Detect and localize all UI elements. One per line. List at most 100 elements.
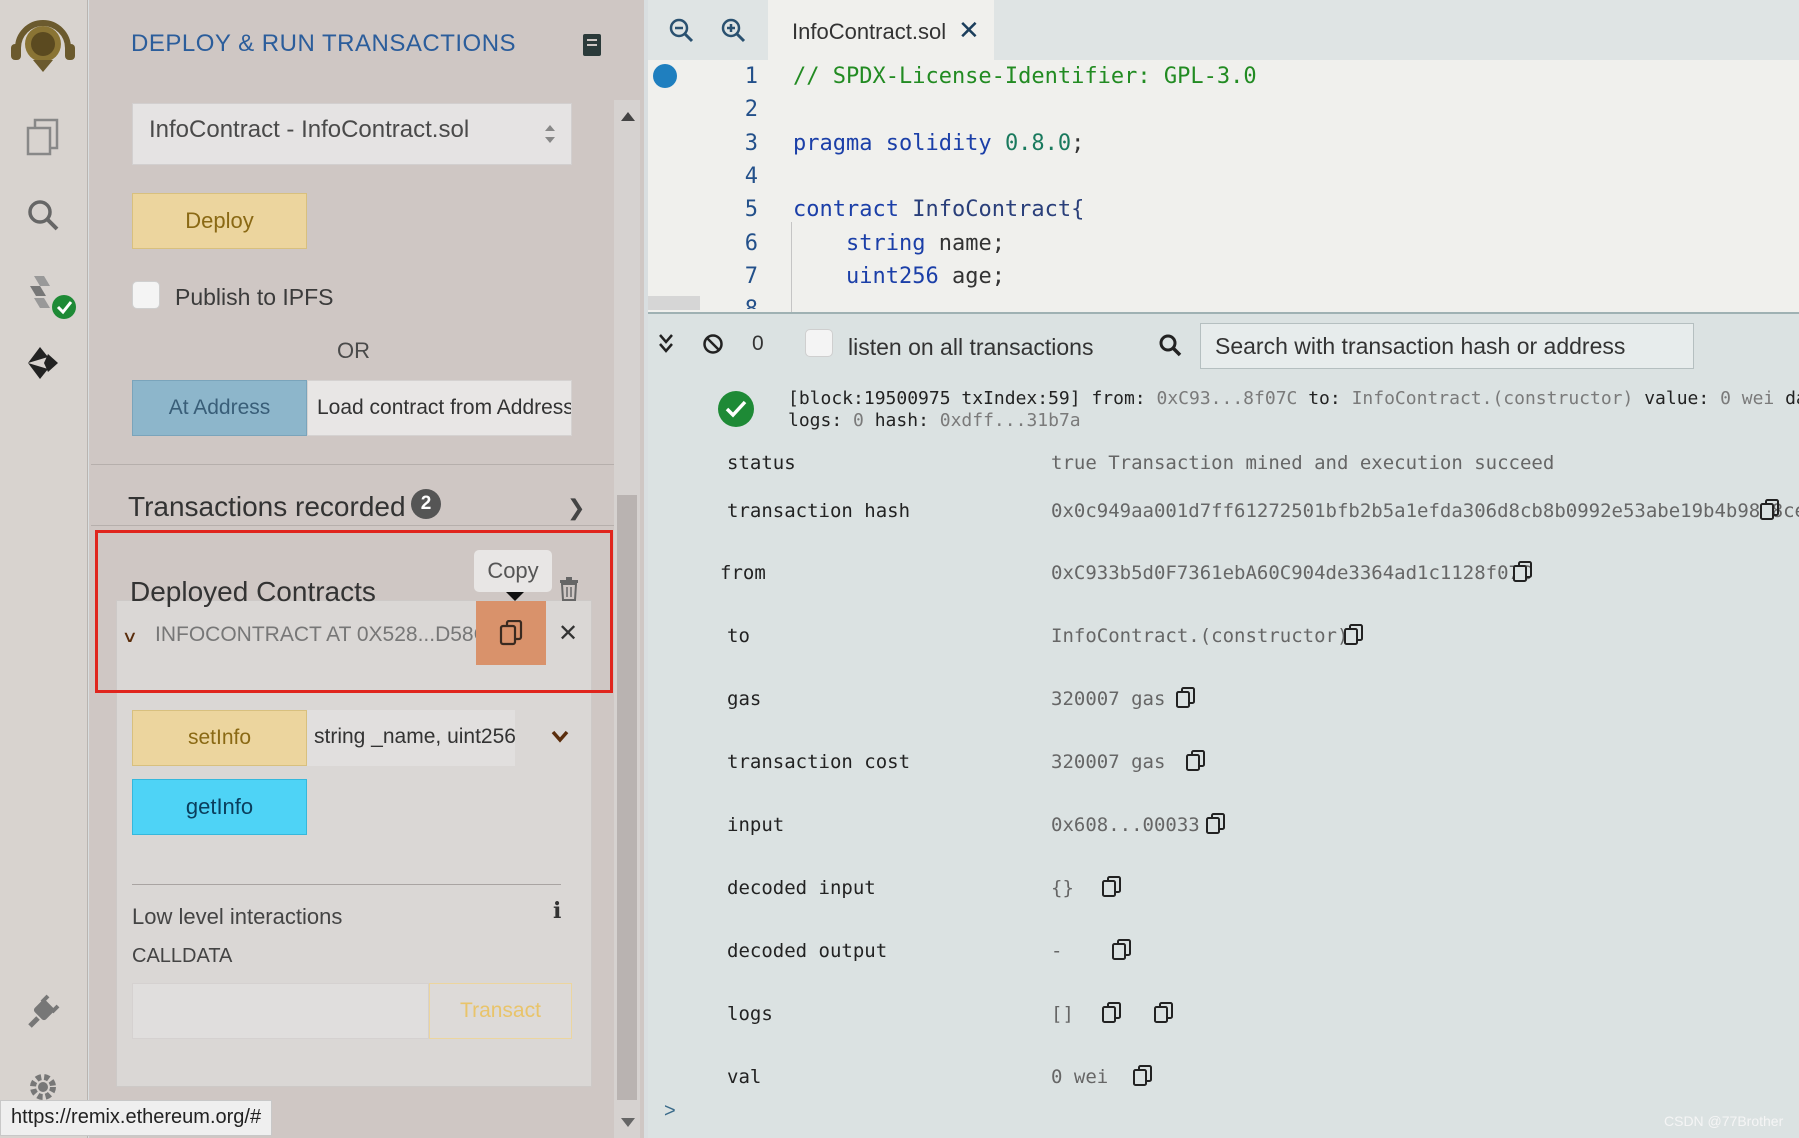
code-token: 0.8.0 — [1004, 131, 1072, 156]
code-token: string — [845, 231, 926, 256]
or-label: OR — [337, 338, 370, 363]
copy-icon[interactable] — [1154, 1002, 1174, 1024]
detail-key-decoded-input: decoded input — [727, 877, 876, 899]
code-token: age; — [951, 264, 1005, 289]
detail-key-gas: gas — [727, 688, 762, 710]
deploy-run-panel: DEPLOY & RUN TRANSACTIONS InfoContract -… — [89, 0, 644, 1138]
detail-value-transaction-hash: 0x0c949aa001d7ff61272501bfb2b5a1efda306d… — [1051, 500, 1799, 522]
detail-value-gas: 320007 gas — [1051, 688, 1166, 710]
success-check-icon[interactable] — [718, 391, 754, 427]
detail-value-input: 0x608...00033 — [1051, 814, 1200, 836]
copy-icon[interactable] — [1102, 1002, 1122, 1024]
deploy-button[interactable]: Deploy — [132, 193, 307, 249]
panel-scrollbar[interactable] — [614, 100, 640, 1138]
close-icon[interactable]: ✕ — [958, 15, 980, 46]
scrollbar-thumb[interactable] — [617, 495, 637, 1100]
line-number: 8 — [718, 297, 758, 309]
code-line-3: pragma solidity 0.8.0; — [793, 131, 1084, 156]
transactions-recorded-section[interactable]: Transactions recorded 2 ❯ — [91, 464, 614, 526]
detail-key-logs: logs — [727, 1003, 773, 1025]
copy-icon[interactable] — [1102, 876, 1122, 898]
getinfo-button[interactable]: getInfo — [132, 779, 307, 835]
code-line-6: string name; — [793, 231, 1005, 256]
deploy-run-icon[interactable] — [22, 342, 64, 384]
tab-label: InfoContract.sol — [792, 19, 947, 44]
solidity-compiler-icon[interactable] — [22, 270, 76, 324]
select-arrows-icon — [545, 125, 555, 143]
publish-ipfs-label: Publish to IPFS — [175, 284, 334, 310]
chevron-right-icon[interactable]: ❯ — [567, 495, 585, 521]
zoom-in-icon[interactable] — [720, 17, 746, 43]
search-icon[interactable] — [22, 194, 64, 236]
tx-from-value: 0xC93...8f07C — [1156, 388, 1298, 409]
copy-icon[interactable] — [1186, 750, 1206, 772]
copy-icon[interactable] — [1176, 687, 1196, 709]
detail-key-input: input — [727, 814, 785, 836]
detail-key-transaction-cost: transaction cost — [727, 751, 911, 773]
code-editor[interactable]: InfoContract.sol ✕ 1 2 3 4 5 6 7 8 // SP… — [648, 0, 1799, 312]
highlight-annotation-box — [95, 530, 613, 693]
search-icon — [1159, 334, 1182, 357]
scroll-up-arrow-icon[interactable] — [621, 112, 635, 121]
terminal-prompt[interactable]: > — [664, 1100, 676, 1123]
tx-logs-value: 0 — [853, 410, 864, 431]
collapse-double-chevron-icon[interactable] — [658, 332, 674, 354]
transaction-summary-line-1[interactable]: [block:19500975 txIndex:59] from: 0xC93.… — [788, 388, 1799, 409]
code-token: contract — [793, 197, 899, 222]
detail-value-decoded-input: {} — [1051, 877, 1074, 899]
listen-all-transactions-checkbox[interactable] — [805, 329, 833, 357]
code-token: name; — [938, 231, 1005, 256]
calldata-label: CALLDATA — [132, 945, 233, 967]
line-number: 1 — [744, 64, 758, 89]
low-level-interactions-label: Low level interactions — [132, 904, 343, 929]
line-number: 6 — [744, 231, 758, 256]
remix-logo-icon[interactable] — [6, 14, 80, 74]
detail-key-from: from — [720, 562, 766, 584]
line-number: 2 — [744, 97, 758, 122]
breakpoint-marker[interactable] — [653, 64, 677, 88]
line-number: 3 — [744, 131, 758, 156]
editor-horizontal-scrollbar[interactable] — [648, 296, 700, 310]
publish-ipfs-checkbox[interactable] — [132, 281, 160, 309]
pending-transactions-count: 0 — [752, 332, 764, 355]
indent-guide — [791, 222, 792, 312]
code-line-1: // SPDX-License-Identifier: GPL-3.0 — [793, 64, 1257, 89]
setinfo-button[interactable]: setInfo — [132, 710, 307, 766]
clear-console-icon[interactable] — [702, 333, 724, 355]
setinfo-params-input[interactable]: string _name, uint256 _age — [307, 710, 515, 766]
documentation-icon[interactable] — [583, 34, 601, 56]
code-token: uint256 — [845, 264, 939, 289]
tx-hash-value: 0xdff...31b7a — [939, 410, 1081, 431]
detail-key-status: status — [727, 452, 796, 474]
divider — [132, 884, 561, 885]
transaction-summary-line-2[interactable]: logs: 0 hash: 0xdff...31b7a — [788, 410, 1081, 431]
copy-icon[interactable] — [1760, 499, 1780, 521]
at-address-button[interactable]: At Address — [132, 380, 307, 436]
tab-infocontract-sol[interactable]: InfoContract.sol ✕ — [768, 0, 994, 60]
scroll-down-arrow-icon[interactable] — [621, 1118, 635, 1127]
detail-value-status: true Transaction mined and execution suc… — [1051, 452, 1555, 474]
copy-icon[interactable] — [1133, 1065, 1153, 1087]
copy-icon[interactable] — [1513, 561, 1533, 583]
copy-icon[interactable] — [1206, 813, 1226, 835]
tx-to-value: InfoContract.(constructor) — [1351, 388, 1634, 409]
code-line-7: uint256 age; — [793, 264, 1005, 289]
listen-all-transactions-label: listen on all transactions — [848, 334, 1094, 360]
transaction-search-input[interactable]: Search with transaction hash or address — [1200, 323, 1694, 369]
plugin-manager-icon[interactable] — [22, 990, 64, 1032]
zoom-out-icon[interactable] — [668, 17, 694, 43]
icon-rail — [0, 0, 88, 1138]
info-icon[interactable]: i — [553, 898, 561, 924]
transactions-recorded-label: Transactions recorded — [128, 491, 406, 522]
load-contract-address-input[interactable]: Load contract from Address — [307, 380, 572, 436]
copy-icon[interactable] — [1112, 939, 1132, 961]
contract-select[interactable]: InfoContract - InfoContract.sol — [132, 103, 572, 165]
status-bar-url: https://remix.ethereum.org/# — [0, 1100, 273, 1136]
transact-button[interactable]: Transact — [429, 983, 572, 1039]
chevron-down-icon[interactable] — [551, 727, 569, 745]
line-number: 4 — [744, 164, 758, 189]
file-explorer-icon[interactable] — [22, 116, 64, 158]
copy-icon[interactable] — [1344, 624, 1364, 646]
code-token: pragma solidity — [793, 131, 992, 156]
calldata-input[interactable] — [132, 983, 429, 1039]
